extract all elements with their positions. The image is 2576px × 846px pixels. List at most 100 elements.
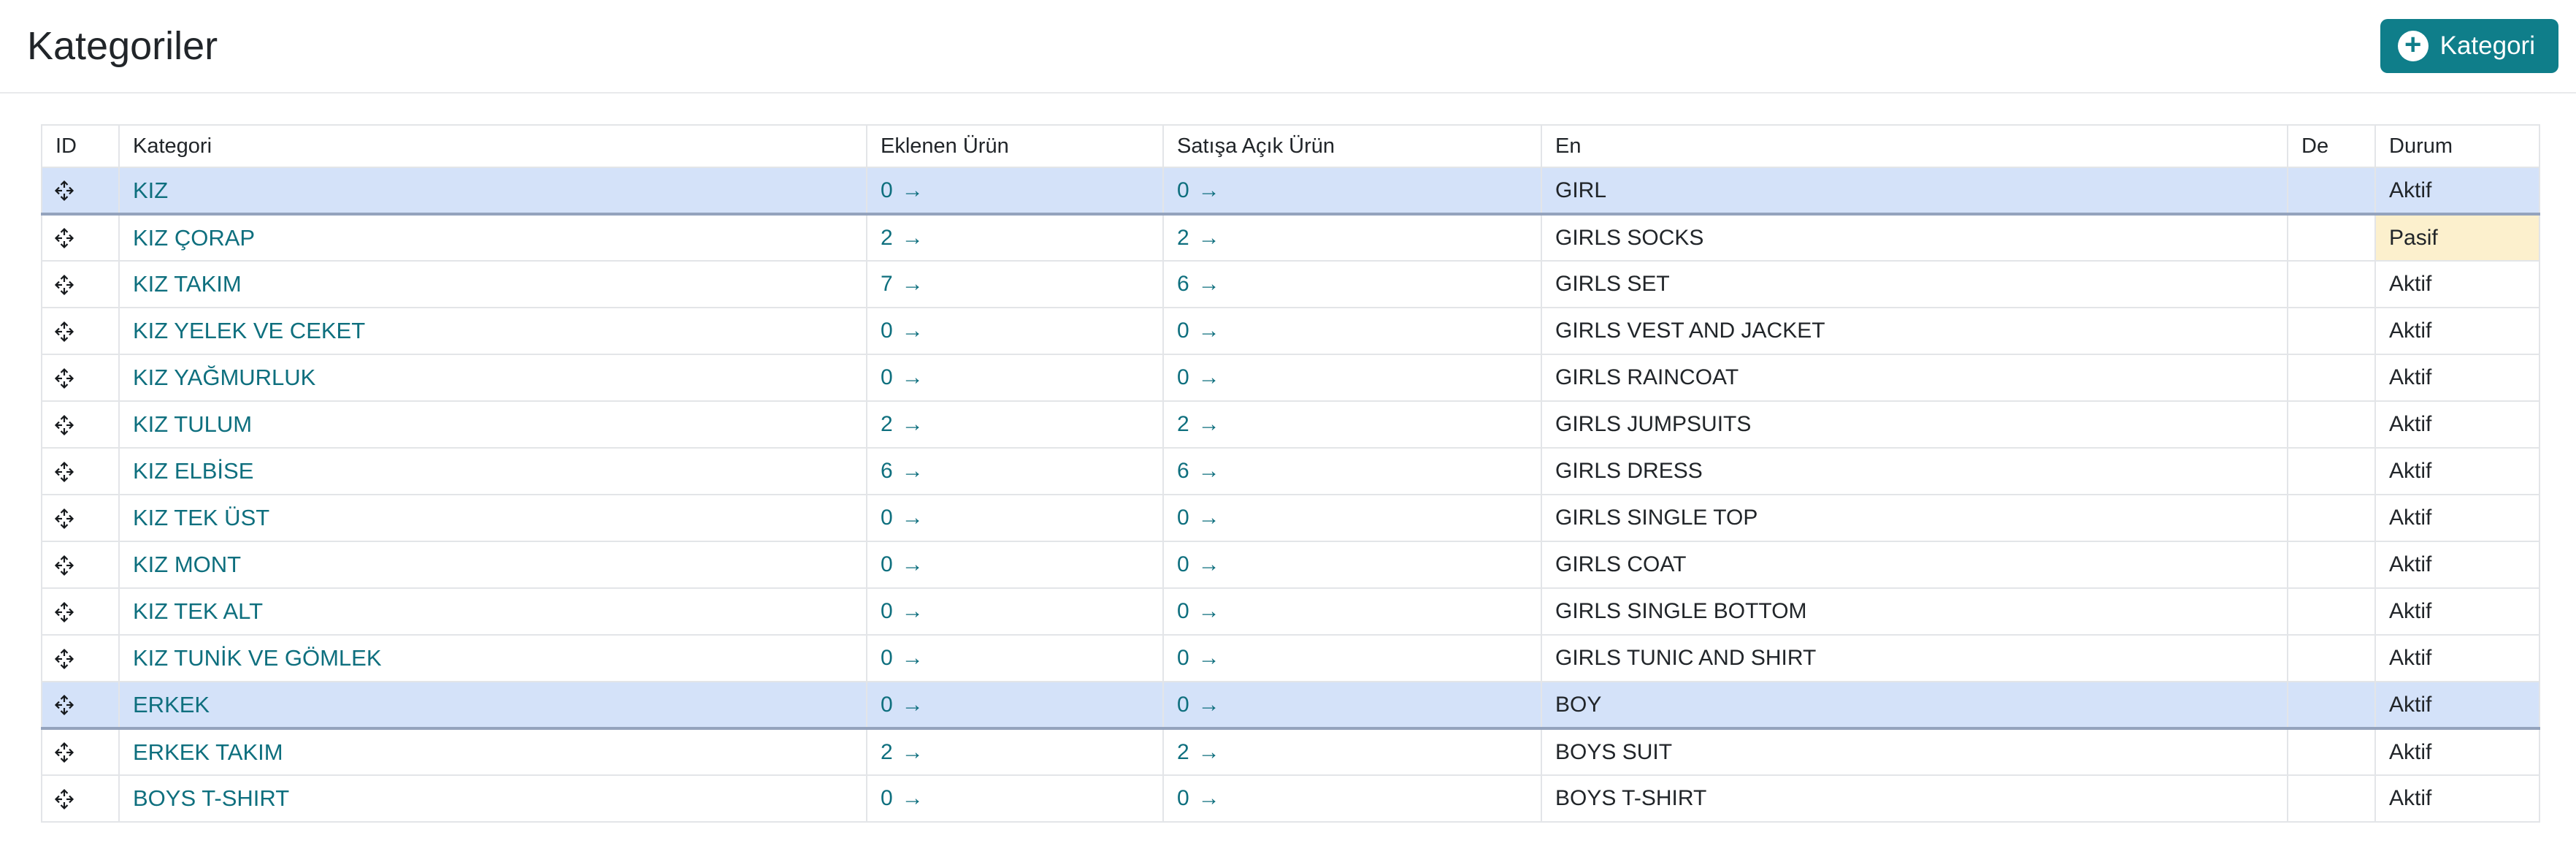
- category-cell: KIZ TEK ALT: [119, 588, 867, 635]
- col-header-durum: Durum: [2375, 125, 2539, 167]
- move-icon[interactable]: [53, 366, 76, 391]
- open-for-sale-count-link[interactable]: 0→: [1177, 646, 1220, 670]
- open-for-sale-count-link[interactable]: 2→: [1177, 740, 1220, 764]
- en-name-cell: GIRLS DRESS: [1541, 448, 2288, 495]
- move-icon[interactable]: [53, 226, 76, 251]
- open-for-sale-count-link[interactable]: 2→: [1177, 412, 1220, 436]
- de-name-cell: [2288, 354, 2375, 401]
- category-link[interactable]: KIZ MONT: [133, 552, 241, 577]
- category-link[interactable]: KIZ YELEK VE CEKET: [133, 318, 365, 343]
- table-row: KIZ TULUM 2→ 2→ GIRLS JUMPSUITS Aktif: [42, 401, 2539, 448]
- category-link[interactable]: KIZ TEK ALT: [133, 598, 263, 624]
- open-for-sale-count-link[interactable]: 0→: [1177, 178, 1220, 202]
- open-for-sale-count-link[interactable]: 0→: [1177, 599, 1220, 623]
- status-cell: Aktif: [2375, 728, 2539, 775]
- row-drag-cell: [42, 495, 119, 541]
- open-for-sale-count-link[interactable]: 2→: [1177, 226, 1220, 250]
- added-product-cell: 7→: [867, 261, 1163, 308]
- category-link[interactable]: KIZ: [133, 178, 168, 203]
- move-icon[interactable]: [53, 600, 76, 625]
- added-product-count-link[interactable]: 0→: [881, 319, 924, 343]
- added-product-cell: 0→: [867, 775, 1163, 822]
- category-link[interactable]: BOYS T-SHIRT: [133, 785, 289, 811]
- category-link[interactable]: KIZ TAKIM: [133, 271, 242, 297]
- open-for-sale-cell: 0→: [1163, 495, 1541, 541]
- open-for-sale-count-link[interactable]: 0→: [1177, 552, 1220, 576]
- added-product-count-link[interactable]: 0→: [881, 178, 924, 202]
- open-for-sale-cell: 2→: [1163, 728, 1541, 775]
- category-link[interactable]: KIZ ELBİSE: [133, 458, 253, 484]
- open-for-sale-count-link[interactable]: 6→: [1177, 272, 1220, 296]
- added-product-count-link[interactable]: 0→: [881, 693, 924, 717]
- move-icon[interactable]: [53, 506, 76, 531]
- added-product-count-link[interactable]: 0→: [881, 552, 924, 576]
- category-link[interactable]: KIZ ÇORAP: [133, 225, 255, 251]
- category-link[interactable]: KIZ YAĞMURLUK: [133, 365, 315, 390]
- added-product-count-link[interactable]: 0→: [881, 786, 924, 810]
- de-name-cell: [2288, 728, 2375, 775]
- added-product-cell: 6→: [867, 448, 1163, 495]
- category-link[interactable]: ERKEK: [133, 692, 210, 717]
- move-icon[interactable]: [53, 413, 76, 438]
- table-row: ERKEK TAKIM 2→ 2→ BOYS SUIT Aktif: [42, 728, 2539, 775]
- category-link[interactable]: KIZ TUNİK VE GÖMLEK: [133, 645, 382, 671]
- plus-icon: +: [2398, 31, 2429, 61]
- category-link[interactable]: ERKEK TAKIM: [133, 739, 283, 765]
- arrow-right-icon: →: [1198, 272, 1220, 296]
- open-for-sale-cell: 6→: [1163, 261, 1541, 308]
- table-row: KIZ ELBİSE 6→ 6→ GIRLS DRESS Aktif: [42, 448, 2539, 495]
- category-link[interactable]: KIZ TULUM: [133, 411, 252, 437]
- added-product-count-link[interactable]: 0→: [881, 646, 924, 670]
- open-for-sale-cell: 0→: [1163, 775, 1541, 822]
- en-name-cell: GIRLS TUNIC AND SHIRT: [1541, 635, 2288, 682]
- arrow-right-icon: →: [1198, 599, 1220, 623]
- open-for-sale-count-link[interactable]: 0→: [1177, 693, 1220, 717]
- move-icon[interactable]: [53, 178, 76, 203]
- move-icon[interactable]: [53, 553, 76, 578]
- col-header-satisa-acik-urun: Satışa Açık Ürün: [1163, 125, 1541, 167]
- page-title: Kategoriler: [27, 23, 218, 69]
- category-link[interactable]: KIZ TEK ÜST: [133, 505, 269, 530]
- added-product-count-link[interactable]: 0→: [881, 599, 924, 623]
- move-icon[interactable]: [53, 647, 76, 671]
- status-cell: Aktif: [2375, 354, 2539, 401]
- add-category-button[interactable]: + Kategori: [2380, 19, 2558, 73]
- table-row: BOYS T-SHIRT 0→ 0→ BOYS T-SHIRT Aktif: [42, 775, 2539, 822]
- move-icon[interactable]: [53, 319, 76, 344]
- added-product-count-link[interactable]: 7→: [881, 272, 924, 296]
- open-for-sale-count-link[interactable]: 0→: [1177, 786, 1220, 810]
- added-product-count-link[interactable]: 2→: [881, 740, 924, 764]
- move-icon[interactable]: [53, 273, 76, 297]
- table-row: KIZ TEK ALT 0→ 0→ GIRLS SINGLE BOTTOM Ak…: [42, 588, 2539, 635]
- row-drag-cell: [42, 775, 119, 822]
- categories-table: ID Kategori Eklenen Ürün Satışa Açık Ürü…: [41, 124, 2540, 823]
- added-product-cell: 0→: [867, 167, 1163, 214]
- open-for-sale-count-link[interactable]: 0→: [1177, 319, 1220, 343]
- de-name-cell: [2288, 308, 2375, 354]
- arrow-right-icon: →: [902, 412, 924, 436]
- arrow-right-icon: →: [1198, 226, 1220, 250]
- added-product-count-link[interactable]: 0→: [881, 365, 924, 389]
- move-icon[interactable]: [53, 693, 76, 717]
- table-row: KIZ YELEK VE CEKET 0→ 0→ GIRLS VEST AND …: [42, 308, 2539, 354]
- move-icon[interactable]: [53, 460, 76, 484]
- col-header-de: De: [2288, 125, 2375, 167]
- added-product-count-link[interactable]: 6→: [881, 459, 924, 483]
- open-for-sale-cell: 0→: [1163, 167, 1541, 214]
- added-product-count-link[interactable]: 0→: [881, 506, 924, 530]
- move-icon[interactable]: [53, 787, 76, 812]
- added-product-cell: 0→: [867, 308, 1163, 354]
- en-name-cell: GIRLS SOCKS: [1541, 214, 2288, 261]
- table-row: KIZ TUNİK VE GÖMLEK 0→ 0→ GIRLS TUNIC AN…: [42, 635, 2539, 682]
- status-cell: Aktif: [2375, 588, 2539, 635]
- category-cell: ERKEK TAKIM: [119, 728, 867, 775]
- open-for-sale-count-link[interactable]: 0→: [1177, 365, 1220, 389]
- added-product-cell: 0→: [867, 682, 1163, 728]
- open-for-sale-count-link[interactable]: 6→: [1177, 459, 1220, 483]
- en-name-cell: BOYS SUIT: [1541, 728, 2288, 775]
- added-product-count-link[interactable]: 2→: [881, 226, 924, 250]
- added-product-count-link[interactable]: 2→: [881, 412, 924, 436]
- move-icon[interactable]: [53, 740, 76, 765]
- open-for-sale-count-link[interactable]: 0→: [1177, 506, 1220, 530]
- status-cell: Aktif: [2375, 448, 2539, 495]
